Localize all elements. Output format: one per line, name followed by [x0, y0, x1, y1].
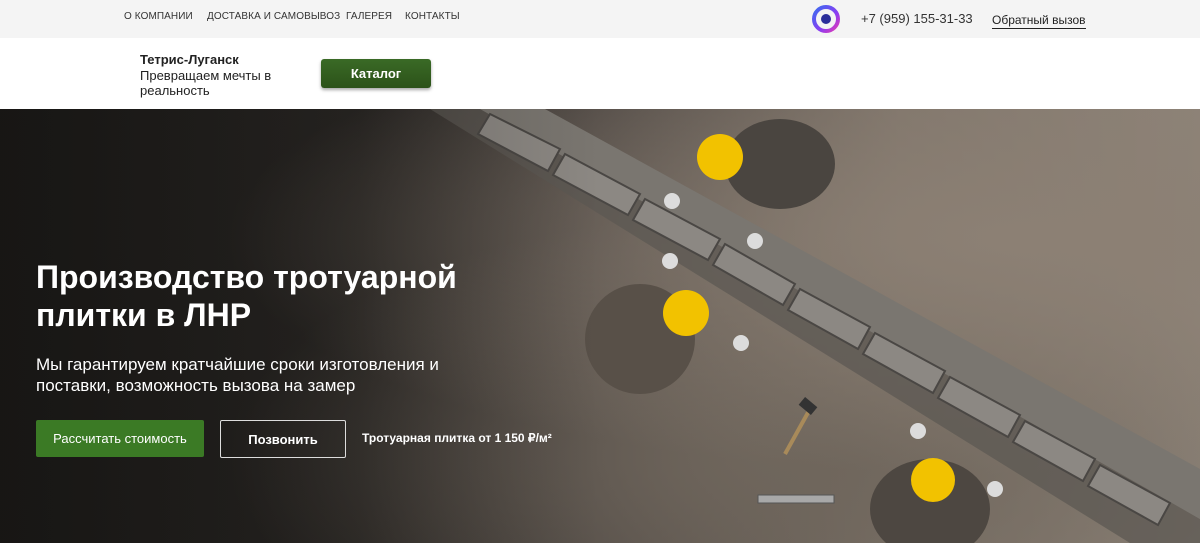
site-header: Тетрис-Луганск Превращаем мечты в реальн… — [0, 38, 1200, 109]
catalog-button[interactable]: Каталог — [321, 59, 431, 88]
callback-link[interactable]: Обратный вызов — [992, 13, 1086, 29]
top-bar: О КОМПАНИИ ДОСТАВКА И САМОВЫВОЗ ГАЛЕРЕЯ … — [0, 0, 1200, 38]
chat-bubble-icon[interactable] — [810, 4, 842, 34]
nav-link-delivery[interactable]: ДОСТАВКА И САМОВЫВОЗ — [207, 11, 340, 22]
nav-link-about[interactable]: О КОМПАНИИ — [124, 11, 193, 22]
call-button[interactable]: Позвонить — [220, 420, 346, 458]
price-note: Тротуарная плитка от 1 150 ₽/м² — [362, 431, 552, 445]
brand-name[interactable]: Тетрис-Луганск — [140, 52, 239, 67]
calculate-cost-button[interactable]: Рассчитать стоимость — [36, 420, 204, 457]
phone-number[interactable]: +7 (959) 155-31-33 — [861, 11, 973, 26]
nav-link-gallery[interactable]: ГАЛЕРЕЯ — [346, 11, 392, 22]
hero-title: Производство тротуарной плитки в ЛНР — [36, 259, 457, 333]
nav-link-contacts[interactable]: КОНТАКТЫ — [405, 11, 460, 22]
hero-subtitle: Мы гарантируем кратчайшие сроки изготовл… — [36, 355, 439, 395]
brand-tagline: Превращаем мечты в реальность — [140, 68, 272, 98]
hero-banner: Производство тротуарной плитки в ЛНР Мы … — [0, 109, 1200, 543]
